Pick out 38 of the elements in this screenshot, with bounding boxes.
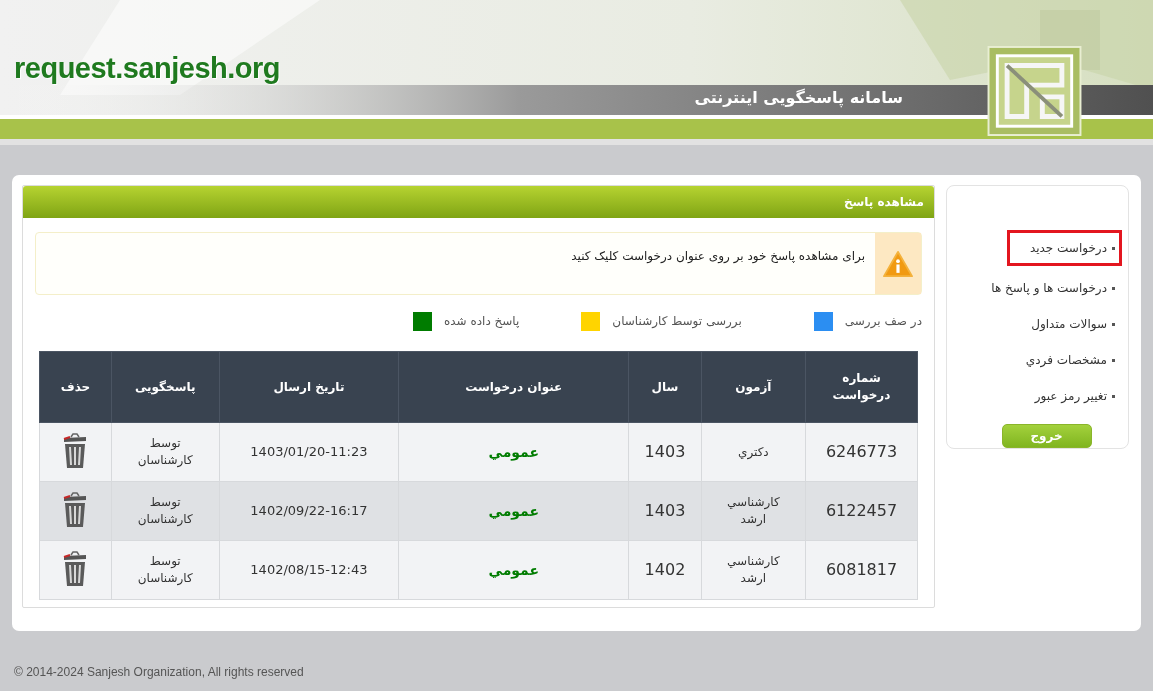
column-header: شماره درخواست: [805, 351, 918, 423]
table-cell: 1402/09/22-16:17: [219, 481, 399, 541]
table-cell: 6122457: [805, 481, 918, 541]
table-cell: 6081817: [805, 540, 918, 600]
column-header: عنوان درخواست: [398, 351, 629, 423]
table-cell: كارشناسي ارشد: [701, 481, 806, 541]
table-cell: 1403: [628, 481, 702, 541]
table-cell: 1403: [628, 422, 702, 482]
legend-label: در صف بررسی: [844, 314, 922, 328]
column-header: تاریخ ارسال: [219, 351, 399, 423]
site-title: سامانه پاسخگویی اینترنتی: [694, 88, 903, 107]
table-cell: 1403/01/20-11:23: [219, 422, 399, 482]
panel-title: مشاهده پاسخ: [843, 195, 924, 209]
request-title-link[interactable]: عمومي: [488, 444, 540, 460]
legend-label: بررسی توسط کارشناسان: [612, 314, 742, 328]
table-cell: كارشناسي ارشد: [701, 540, 806, 600]
table-cell: توسط کارشناسان: [111, 422, 219, 482]
copyright-text: © 2014-2024 Sanjesh Organization, All rights reserved: [14, 665, 304, 679]
site-address: request.sanjesh.org: [14, 52, 281, 85]
menu-item[interactable]: سوالات متداول: [1028, 310, 1122, 338]
table-cell: توسط کارشناسان: [111, 540, 219, 600]
table-cell: 6246773: [805, 422, 918, 482]
menu-item[interactable]: درخواست جدید: [1006, 230, 1122, 266]
request-title-link[interactable]: عمومي: [488, 562, 540, 578]
legend-label: پاسخ داده شده: [443, 314, 520, 328]
menu-item[interactable]: تغيير رمز عبور: [1031, 382, 1122, 410]
table-cell: دكتري: [701, 422, 806, 482]
column-header: آزمون: [701, 351, 806, 423]
menu-item[interactable]: مشخصات فردي: [1022, 346, 1122, 374]
menu-item[interactable]: درخواست ها و پاسخ ها: [988, 274, 1122, 302]
column-header: حذف: [39, 351, 112, 423]
table-cell: توسط کارشناسان: [111, 481, 219, 541]
column-header: سال: [628, 351, 702, 423]
request-title-link[interactable]: عمومي: [488, 503, 540, 519]
table-cell: 1402: [628, 540, 702, 600]
table-cell: 1402/08/15-12:43: [219, 540, 399, 600]
notice-text: برای مشاهده پاسخ خود بر روی عنوان درخواست کلیک کنید: [571, 249, 865, 265]
column-header: پاسخگویی: [111, 351, 219, 423]
